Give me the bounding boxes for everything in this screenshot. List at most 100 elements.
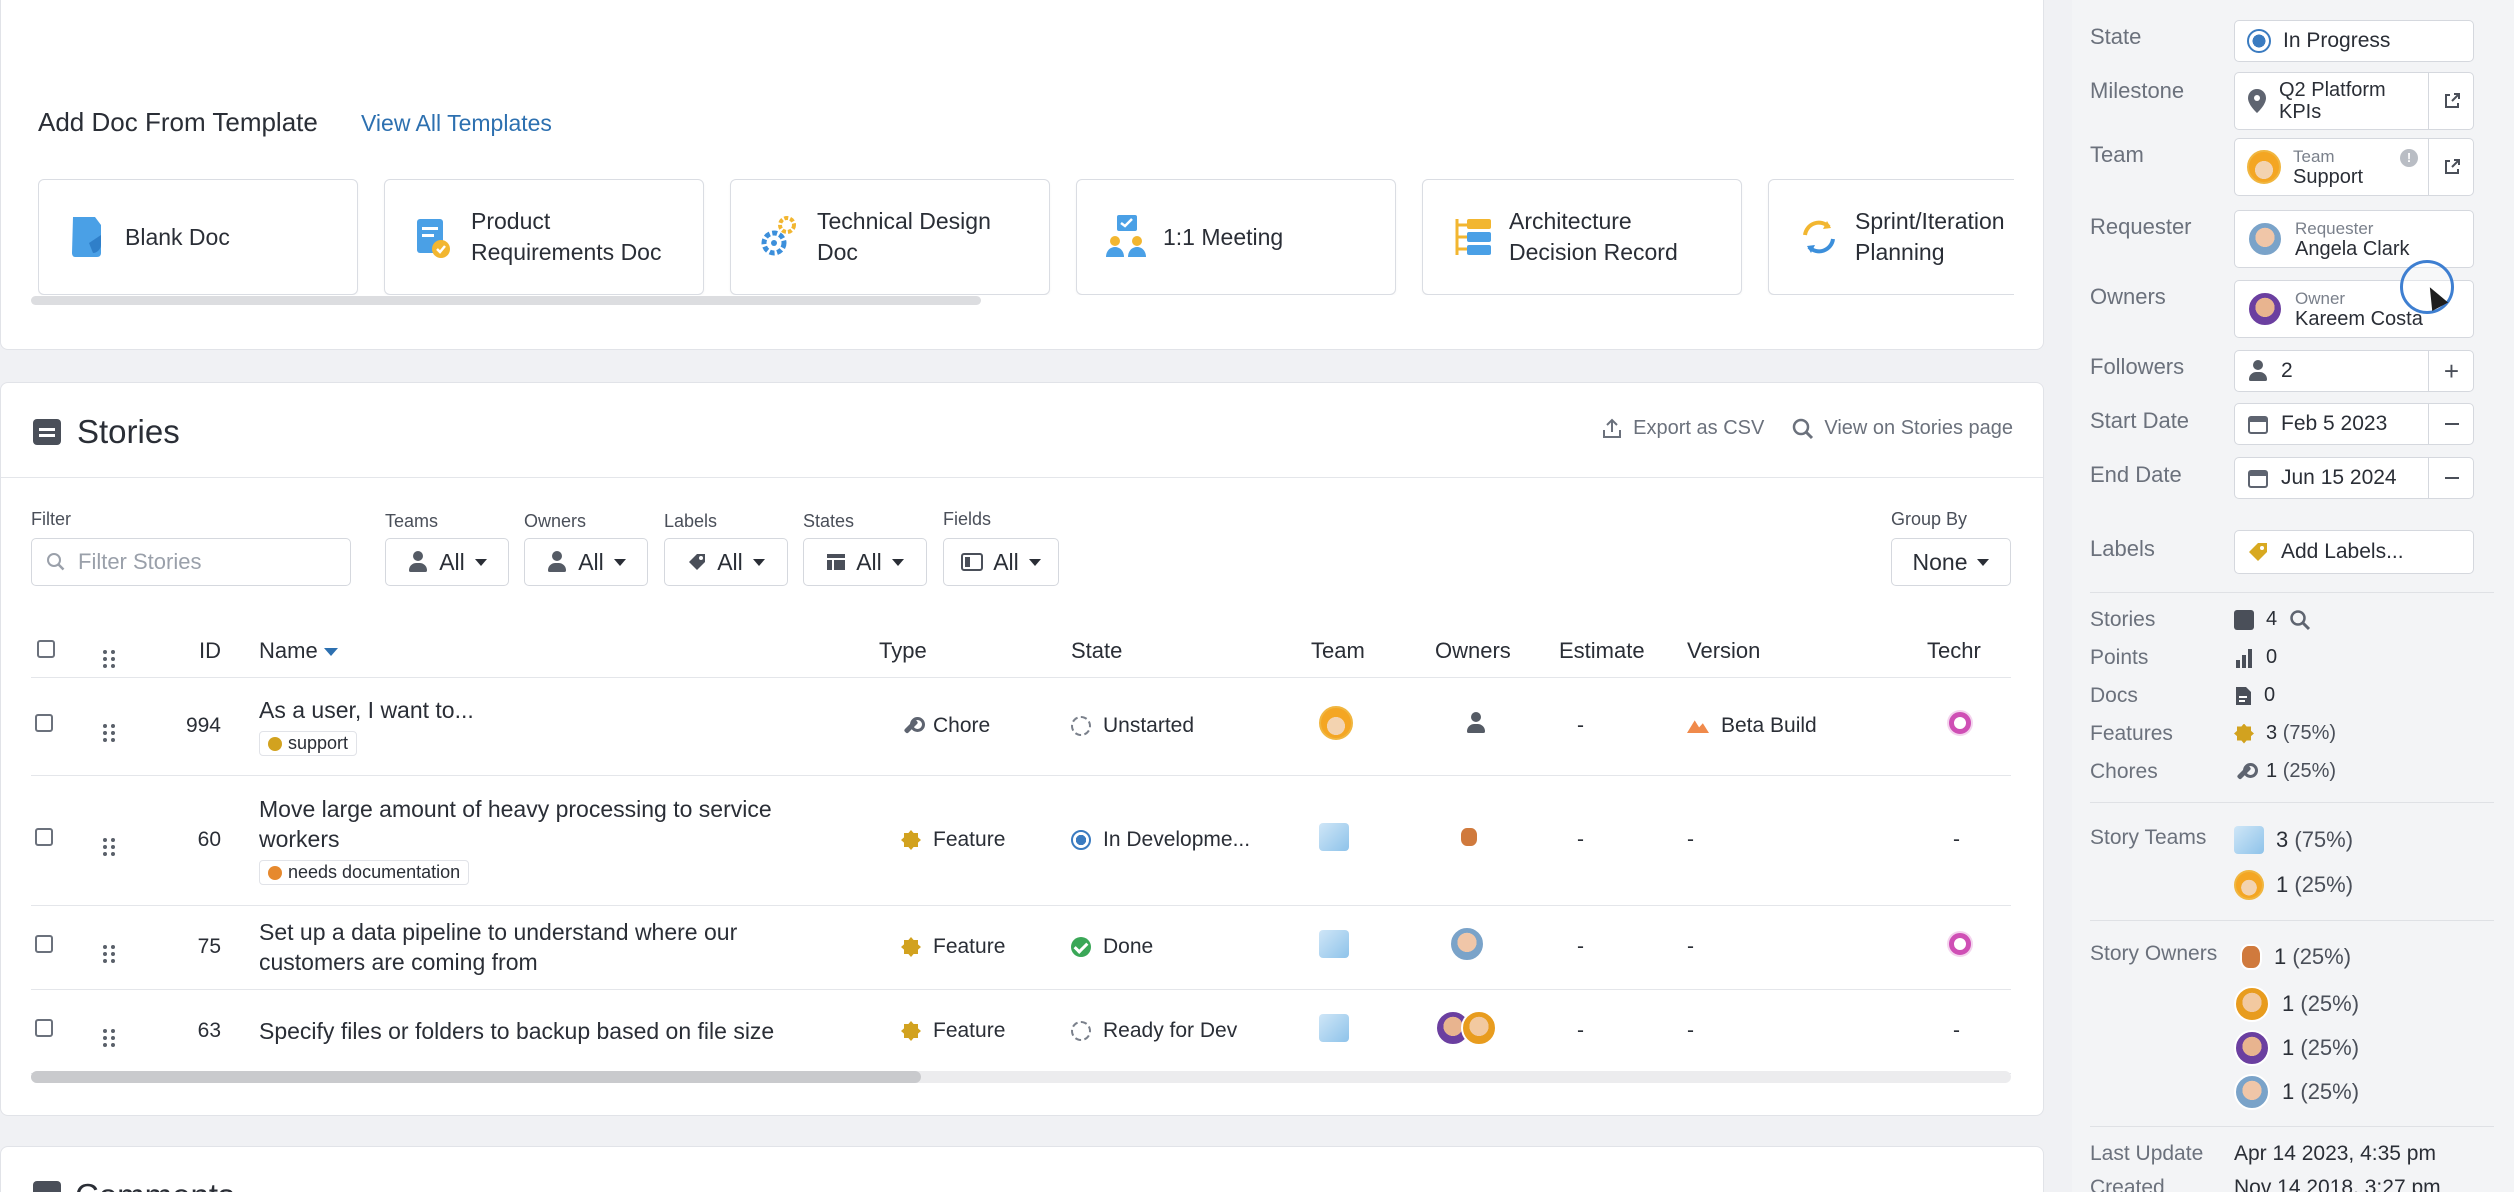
story-name-link[interactable]: Set up a data pipeline to understand whe… xyxy=(259,917,819,977)
column-header-type[interactable]: Type xyxy=(879,625,1071,678)
story-state[interactable]: Unstarted xyxy=(1103,714,1194,738)
owner-avatar[interactable] xyxy=(1461,1010,1497,1046)
view-all-templates-link[interactable]: View All Templates xyxy=(361,110,552,137)
in-progress-state-icon xyxy=(2247,29,2271,53)
story-name-link[interactable]: Move large amount of heavy processing to… xyxy=(259,794,819,854)
story-estimate[interactable]: - xyxy=(1559,905,1671,990)
story-state[interactable]: In Developme... xyxy=(1103,828,1250,852)
labels-filter-dropdown[interactable]: All xyxy=(664,538,788,586)
select-all-checkbox[interactable] xyxy=(37,639,55,658)
templates-scrollbar[interactable] xyxy=(31,296,981,305)
row-checkbox[interactable] xyxy=(35,828,53,846)
template-label: Architecture Decision Record xyxy=(1509,208,1678,265)
row-checkbox[interactable] xyxy=(35,935,53,953)
owner-avatar[interactable] xyxy=(1459,826,1479,848)
story-type: Feature xyxy=(933,1019,1006,1042)
story-state[interactable]: Done xyxy=(1103,935,1153,959)
fields-filter-dropdown[interactable]: All xyxy=(943,538,1059,586)
unstarted-state-icon xyxy=(1071,716,1091,736)
story-label[interactable]: support xyxy=(259,731,358,757)
drag-handle-icon[interactable] xyxy=(103,1029,115,1047)
row-checkbox[interactable] xyxy=(35,714,53,732)
search-icon[interactable] xyxy=(2289,609,2311,631)
requester-dropdown[interactable]: Requester Angela Clark xyxy=(2234,210,2474,268)
column-header-id[interactable]: ID xyxy=(143,625,243,678)
scrollbar-thumb[interactable] xyxy=(31,1071,921,1083)
chore-icon xyxy=(901,716,925,736)
drag-handle-icon[interactable] xyxy=(103,838,115,856)
template-meeting[interactable]: 1:1 Meeting xyxy=(1076,179,1396,295)
table-row[interactable]: 994 As a user, I want to... support Chor… xyxy=(31,677,2011,776)
open-team-button[interactable] xyxy=(2428,139,2474,195)
technical-area-icon[interactable] xyxy=(1949,712,1971,734)
story-estimate[interactable]: - xyxy=(1559,775,1671,906)
story-state[interactable]: Ready for Dev xyxy=(1103,1019,1237,1043)
add-follower-button[interactable]: + xyxy=(2428,351,2474,391)
technical-area-icon[interactable] xyxy=(1949,933,1971,955)
add-labels-button[interactable]: Add Labels... xyxy=(2234,530,2474,574)
story-version[interactable]: - xyxy=(1671,989,1927,1074)
story-version[interactable]: Beta Build xyxy=(1721,714,1817,738)
column-header-state[interactable]: State xyxy=(1071,625,1311,678)
template-label: Blank Doc xyxy=(125,223,230,250)
view-on-stories-page-link[interactable]: View on Stories page xyxy=(1792,417,2013,440)
group-by-dropdown[interactable]: None xyxy=(1891,538,2011,586)
unassigned-owner-icon[interactable] xyxy=(1465,712,1487,734)
info-icon[interactable]: ! xyxy=(2400,149,2418,167)
story-technical[interactable]: - xyxy=(1927,989,2011,1074)
template-technical-design[interactable]: Technical Design Doc xyxy=(730,179,1050,295)
story-version[interactable]: - xyxy=(1671,775,1927,906)
story-name-link[interactable]: Specify files or folders to backup based… xyxy=(259,1016,879,1046)
table-row[interactable]: 60 Move large amount of heavy processing… xyxy=(31,775,2011,906)
fields-filter-label: Fields xyxy=(943,509,992,529)
export-csv-button[interactable]: Export as CSV xyxy=(1601,417,1764,440)
story-estimate[interactable]: - xyxy=(1559,989,1671,1074)
template-blank-doc[interactable]: Blank Doc xyxy=(38,179,358,295)
filter-stories-input[interactable]: Filter Stories xyxy=(31,538,351,586)
team-avatar[interactable] xyxy=(1319,706,1353,740)
filter-label: Filter xyxy=(31,509,71,529)
feature-icon xyxy=(2234,723,2254,744)
labels-filter-value: All xyxy=(717,548,743,575)
chevron-down-icon xyxy=(613,558,626,566)
team-avatar[interactable] xyxy=(1319,930,1349,958)
column-header-estimate[interactable]: Estimate xyxy=(1559,625,1671,678)
last-update-label: Last Update xyxy=(2090,1142,2204,1165)
divider xyxy=(2090,1126,2494,1127)
clear-start-date-button[interactable] xyxy=(2428,404,2474,444)
state-dropdown[interactable]: In Progress xyxy=(2234,20,2474,62)
column-header-owners[interactable]: Owners xyxy=(1435,625,1559,678)
row-checkbox[interactable] xyxy=(35,1019,53,1037)
team-avatar[interactable] xyxy=(1319,823,1349,851)
owner-avatar xyxy=(2234,986,2270,1022)
drag-handle-icon[interactable] xyxy=(103,724,115,742)
open-milestone-button[interactable] xyxy=(2428,73,2474,129)
story-label[interactable]: needs documentation xyxy=(259,860,470,886)
team-avatar[interactable] xyxy=(1319,1014,1349,1042)
teams-filter-dropdown[interactable]: All xyxy=(385,538,509,586)
owners-filter-dropdown[interactable]: All xyxy=(524,538,648,586)
template-architecture[interactable]: Architecture Decision Record xyxy=(1422,179,1742,295)
owner-avatar[interactable] xyxy=(1449,926,1485,962)
drag-handle-icon[interactable] xyxy=(103,945,115,963)
column-header-team[interactable]: Team xyxy=(1311,625,1435,678)
clear-end-date-button[interactable] xyxy=(2428,458,2474,498)
table-row[interactable]: 63 Specify files or folders to backup ba… xyxy=(31,989,2011,1074)
story-technical[interactable]: - xyxy=(1927,775,2011,906)
story-estimate[interactable]: - xyxy=(1559,677,1671,776)
column-header-version[interactable]: Version xyxy=(1671,625,1927,678)
template-product-requirements[interactable]: Product Requirements Doc xyxy=(384,179,704,295)
table-horizontal-scrollbar[interactable] xyxy=(31,1071,2011,1083)
template-sprint[interactable]: Sprint/Iteration Planning xyxy=(1768,179,2014,295)
story-label-text: needs documentation xyxy=(288,862,461,883)
column-header-technical[interactable]: Techr xyxy=(1927,625,2011,678)
owners-filter-label: Owners xyxy=(524,511,587,531)
select-all-cell[interactable] xyxy=(31,625,87,678)
story-version[interactable]: - xyxy=(1671,905,1927,990)
states-filter-dropdown[interactable]: All xyxy=(803,538,927,586)
table-row[interactable]: 75 Set up a data pipeline to understand … xyxy=(31,905,2011,990)
column-header-name[interactable]: Name xyxy=(243,625,879,678)
story-name-link[interactable]: As a user, I want to... xyxy=(259,695,879,725)
feature-icon xyxy=(901,937,921,957)
chores-stat-label: Chores xyxy=(2090,760,2158,783)
